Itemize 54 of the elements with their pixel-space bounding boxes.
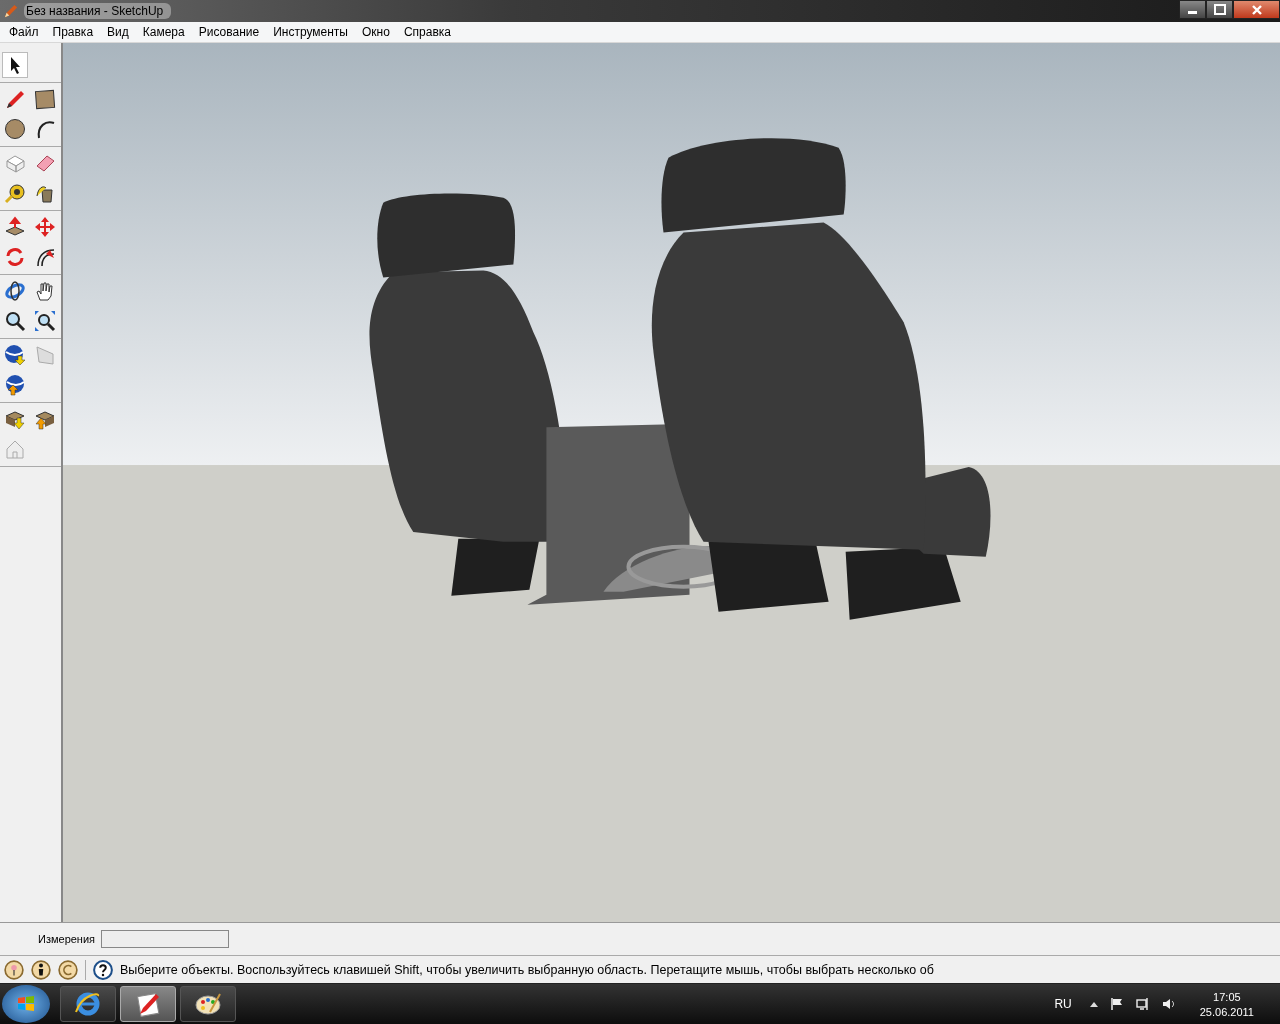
circle-tool-button[interactable] [2,116,28,142]
clock-date[interactable]: 25.06.2011 [1199,1005,1254,1018]
app-pencil-icon [4,4,18,18]
magnifier-icon [4,310,26,332]
hand-icon [34,280,56,302]
rotate-icon [4,246,26,268]
start-button[interactable] [2,985,50,1023]
globe-download-tool-button[interactable] [2,342,28,368]
orbit-tool-button[interactable] [2,278,28,304]
zoom-extents-icon [34,310,56,332]
minimize-button[interactable] [1179,0,1206,19]
orbit-icon [4,280,26,302]
language-indicator[interactable]: RU [1054,997,1072,1011]
caret-up-icon[interactable] [1089,1001,1098,1007]
menu-item[interactable]: Камера [135,25,192,39]
globe-upload-icon [4,374,26,396]
taskbar-app-button[interactable] [120,986,176,1022]
menu-item[interactable]: Правка [45,25,101,39]
circle-icon [4,118,26,140]
push-pull-icon [4,216,26,238]
maximize-button[interactable] [1206,0,1233,19]
pencil-icon [4,88,26,110]
menu-item[interactable]: Окно [355,25,397,39]
measurements-label: Измерения [38,933,96,945]
status-message: Выберите объекты. Воспользуйтесь клавишей Shift, чтобы увеличить выбранную область. Перетащите мышь, чтобы выбрать несколько об [120,962,934,977]
tape-measure-icon [4,182,26,204]
person-icon [31,959,51,980]
arrow-pointer-tool-button[interactable] [2,52,28,78]
move-icon [34,216,56,238]
location-pin-icon [4,959,24,980]
zoom-extents-tool-button[interactable] [32,308,58,334]
clock-time[interactable]: 17:05 [1213,990,1241,1003]
help-icon[interactable] [93,959,113,980]
menu-item[interactable]: Файл [2,25,46,39]
window-title: Без названия - SketchUp [24,3,172,19]
browser-e-icon [74,990,102,1018]
house-icon [4,438,26,460]
taskbar-app-button[interactable] [180,986,236,1022]
page-icon [34,344,56,366]
speaker-icon[interactable] [1161,997,1176,1011]
close-icon [1250,3,1263,16]
offset-icon [34,246,56,268]
flag-icon[interactable] [1109,997,1124,1011]
taskbar-app-button[interactable] [60,986,116,1022]
menu-item[interactable]: Вид [100,25,136,39]
network-icon[interactable] [1135,997,1150,1011]
menu-item[interactable]: Справка [396,25,458,39]
close-button[interactable] [1233,0,1280,19]
menu-item[interactable]: Инструменты [266,25,355,39]
measurements-field[interactable] [101,930,230,948]
menu-item[interactable]: Рисование [191,25,267,39]
globe-download-icon [4,344,26,366]
copyright-icon [58,959,78,980]
windows-logo-icon [16,994,36,1014]
